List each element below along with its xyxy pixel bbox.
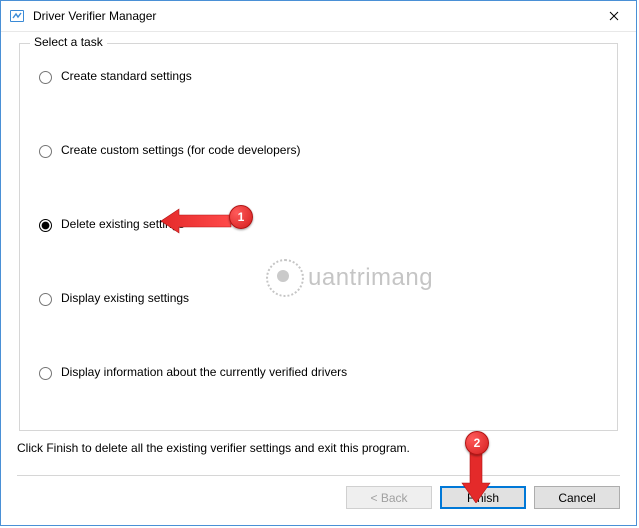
finish-button[interactable]: Finish bbox=[440, 486, 526, 509]
separator bbox=[17, 475, 620, 476]
radio-label: Create custom settings (for code develop… bbox=[61, 143, 300, 157]
cancel-button[interactable]: Cancel bbox=[534, 486, 620, 509]
groupbox-legend: Select a task bbox=[30, 35, 107, 49]
close-icon bbox=[609, 11, 619, 21]
radio-input-create-standard[interactable] bbox=[39, 71, 52, 84]
radio-input-create-custom[interactable] bbox=[39, 145, 52, 158]
radio-delete-existing[interactable]: Delete existing settings bbox=[34, 216, 603, 232]
button-row: < Back Finish Cancel bbox=[17, 486, 620, 509]
radio-label: Display existing settings bbox=[61, 291, 189, 305]
radio-label: Create standard settings bbox=[61, 69, 192, 83]
radio-label: Delete existing settings bbox=[61, 217, 184, 231]
watermark-icon bbox=[266, 259, 304, 297]
radio-input-display-existing[interactable] bbox=[39, 293, 52, 306]
window-title: Driver Verifier Manager bbox=[33, 9, 591, 23]
radio-input-display-info[interactable] bbox=[39, 367, 52, 380]
instruction-text: Click Finish to delete all the existing … bbox=[17, 441, 620, 455]
back-button: < Back bbox=[346, 486, 432, 509]
radio-label: Display information about the currently … bbox=[61, 365, 347, 379]
titlebar: Driver Verifier Manager bbox=[1, 1, 636, 32]
radio-create-custom[interactable]: Create custom settings (for code develop… bbox=[34, 142, 603, 158]
driver-verifier-window: Driver Verifier Manager Select a task Cr… bbox=[0, 0, 637, 526]
watermark: uantrimang bbox=[266, 259, 433, 297]
radio-input-delete-existing[interactable] bbox=[39, 219, 52, 232]
app-icon bbox=[9, 8, 25, 24]
radio-create-standard[interactable]: Create standard settings bbox=[34, 68, 603, 84]
task-groupbox: Select a task Create standard settings C… bbox=[19, 43, 618, 431]
watermark-text: uantrimang bbox=[308, 264, 433, 292]
close-button[interactable] bbox=[591, 1, 636, 31]
radio-display-info[interactable]: Display information about the currently … bbox=[34, 364, 603, 380]
